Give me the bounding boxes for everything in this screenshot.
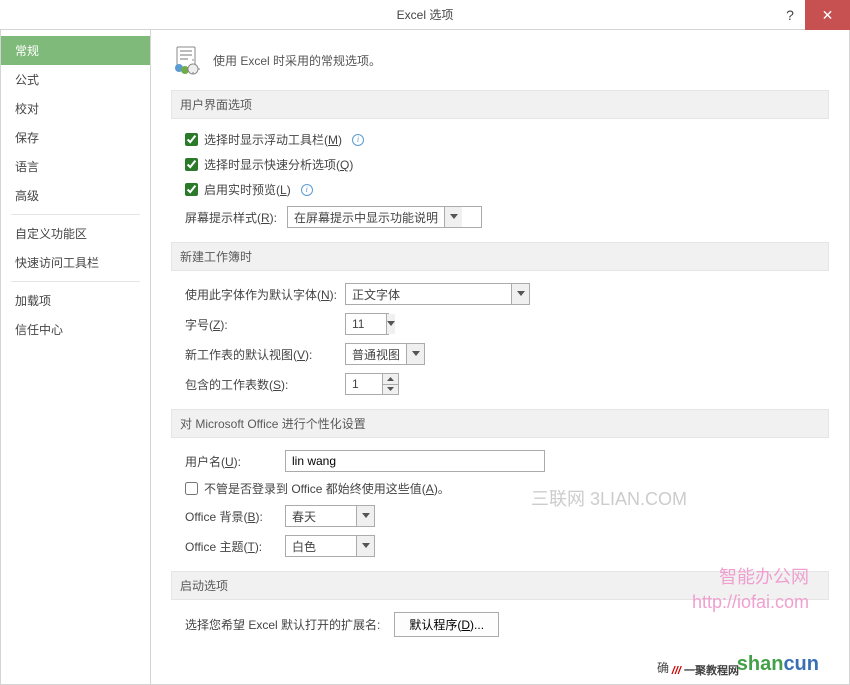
watermark-text: /// 一聚教程网 <box>672 662 739 678</box>
ok-button-partial[interactable]: 确 <box>657 659 669 676</box>
combo-default-font-value: 正文字体 <box>346 284 511 304</box>
label-screentip: 屏幕提示样式(R): <box>185 209 277 226</box>
sidebar-item-addins[interactable]: 加载项 <box>1 286 150 315</box>
close-button[interactable]: ✕ <box>805 0 850 30</box>
section-personalize: 对 Microsoft Office 进行个性化设置 <box>171 409 829 438</box>
row-screentip: 屏幕提示样式(R): 在屏幕提示中显示功能说明 <box>171 206 829 228</box>
label-mini-toolbar: 选择时显示浮动工具栏(M) <box>204 131 342 148</box>
label-default-font: 使用此字体作为默认字体(N): <box>185 286 345 303</box>
default-programs-button[interactable]: 默认程序(D)... <box>394 612 499 637</box>
sidebar: 常规 公式 校对 保存 语言 高级 自定义功能区 快速访问工具栏 加载项 信任中… <box>1 30 151 684</box>
label-office-theme: Office 主题(T): <box>185 538 285 555</box>
row-mini-toolbar: 选择时显示浮动工具栏(M) i <box>171 131 829 148</box>
label-office-background: Office 背景(B): <box>185 508 285 525</box>
titlebar: Excel 选项 ? ✕ <box>0 0 850 30</box>
checkbox-live-preview[interactable] <box>185 183 198 196</box>
spinner-down-icon[interactable] <box>383 385 398 395</box>
row-office-background: Office 背景(B): 春天 <box>171 505 829 527</box>
sidebar-item-general[interactable]: 常规 <box>1 36 150 65</box>
sidebar-item-proofing[interactable]: 校对 <box>1 94 150 123</box>
checkbox-quick-analysis[interactable] <box>185 158 198 171</box>
combo-office-background[interactable]: 春天 <box>285 505 375 527</box>
combo-default-view-value: 普通视图 <box>346 344 406 364</box>
section-ui-options: 用户界面选项 <box>171 90 829 119</box>
label-default-programs: 选择您希望 Excel 默认打开的扩展名: <box>185 616 380 633</box>
chevron-down-icon[interactable] <box>356 506 374 526</box>
info-icon[interactable]: i <box>301 184 313 196</box>
checkbox-mini-toolbar[interactable] <box>185 133 198 146</box>
sidebar-separator <box>11 281 140 282</box>
titlebar-controls: ? ✕ <box>775 0 850 29</box>
sidebar-item-trust-center[interactable]: 信任中心 <box>1 315 150 344</box>
label-always-use: 不管是否登录到 Office 都始终使用这些值(A)。 <box>204 480 450 497</box>
page-header: 使用 Excel 时采用的常规选项。 <box>171 44 829 76</box>
row-font-size: 字号(Z): 11 <box>171 313 829 335</box>
sidebar-item-quick-access[interactable]: 快速访问工具栏 <box>1 248 150 277</box>
combo-default-font[interactable]: 正文字体 <box>345 283 530 305</box>
content-pane: 使用 Excel 时采用的常规选项。 用户界面选项 选择时显示浮动工具栏(M) … <box>151 30 849 684</box>
spinner-sheet-count[interactable]: 1 <box>345 373 399 395</box>
combo-font-size[interactable]: 11 <box>345 313 389 335</box>
row-quick-analysis: 选择时显示快速分析选项(Q) <box>171 156 829 173</box>
window-title: Excel 选项 <box>397 6 454 23</box>
combo-screentip-value: 在屏幕提示中显示功能说明 <box>288 207 444 227</box>
row-sheet-count: 包含的工作表数(S): 1 <box>171 373 829 395</box>
combo-office-theme-value: 白色 <box>286 536 356 556</box>
row-default-view: 新工作表的默认视图(V): 普通视图 <box>171 343 829 365</box>
label-default-view: 新工作表的默认视图(V): <box>185 346 345 363</box>
combo-screentip[interactable]: 在屏幕提示中显示功能说明 <box>287 206 482 228</box>
section-new-workbook: 新建工作簿时 <box>171 242 829 271</box>
options-icon <box>171 44 203 76</box>
combo-office-background-value: 春天 <box>286 506 356 526</box>
dialog-body: 常规 公式 校对 保存 语言 高级 自定义功能区 快速访问工具栏 加载项 信任中… <box>0 30 850 685</box>
section-startup: 启动选项 <box>171 571 829 600</box>
sidebar-separator <box>11 214 140 215</box>
sidebar-item-formulas[interactable]: 公式 <box>1 65 150 94</box>
page-subtitle: 使用 Excel 时采用的常规选项。 <box>213 52 381 69</box>
info-icon[interactable]: i <box>352 134 364 146</box>
chevron-down-icon[interactable] <box>511 284 529 304</box>
input-username[interactable] <box>285 450 545 472</box>
checkbox-always-use[interactable] <box>185 482 198 495</box>
chevron-down-icon[interactable] <box>386 314 395 334</box>
combo-default-view[interactable]: 普通视图 <box>345 343 425 365</box>
combo-font-size-value: 11 <box>346 314 386 334</box>
combo-office-theme[interactable]: 白色 <box>285 535 375 557</box>
row-default-programs: 选择您希望 Excel 默认打开的扩展名: 默认程序(D)... <box>171 612 829 637</box>
sidebar-item-language[interactable]: 语言 <box>1 152 150 181</box>
chevron-down-icon[interactable] <box>406 344 424 364</box>
chevron-down-icon[interactable] <box>444 207 462 227</box>
label-font-size: 字号(Z): <box>185 316 345 333</box>
sidebar-item-advanced[interactable]: 高级 <box>1 181 150 210</box>
watermark-text: shancun <box>737 653 819 676</box>
spinner-up-icon[interactable] <box>383 374 398 385</box>
spinner-sheet-count-value: 1 <box>346 374 382 394</box>
row-office-theme: Office 主题(T): 白色 <box>171 535 829 557</box>
label-sheet-count: 包含的工作表数(S): <box>185 376 345 393</box>
label-username: 用户名(U): <box>185 453 285 470</box>
row-live-preview: 启用实时预览(L) i <box>171 181 829 198</box>
label-quick-analysis: 选择时显示快速分析选项(Q) <box>204 156 353 173</box>
label-live-preview: 启用实时预览(L) <box>204 181 291 198</box>
row-always-use: 不管是否登录到 Office 都始终使用这些值(A)。 <box>171 480 829 497</box>
help-button[interactable]: ? <box>775 0 805 30</box>
sidebar-item-save[interactable]: 保存 <box>1 123 150 152</box>
sidebar-item-customize-ribbon[interactable]: 自定义功能区 <box>1 219 150 248</box>
row-default-font: 使用此字体作为默认字体(N): 正文字体 <box>171 283 829 305</box>
chevron-down-icon[interactable] <box>356 536 374 556</box>
row-username: 用户名(U): <box>171 450 829 472</box>
